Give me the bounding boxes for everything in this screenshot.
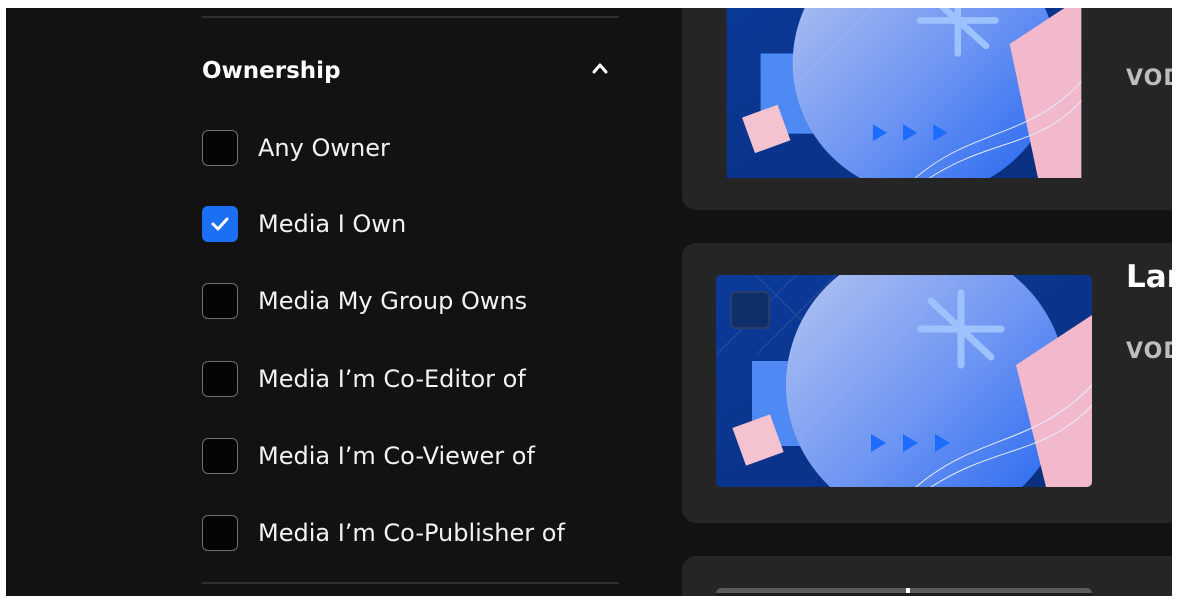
collapse-section-button[interactable] — [586, 54, 614, 82]
media-thumbnail[interactable] — [716, 588, 1092, 596]
scrubber-handle[interactable] — [906, 588, 910, 593]
media-card[interactable]: Lar VOD — [682, 243, 1172, 523]
media-type-label: VOD — [1126, 339, 1172, 364]
filter-option-co-publisher[interactable]: Media I’m Co-Publisher of — [202, 513, 565, 553]
filter-option-label: Media I Own — [258, 210, 407, 238]
media-card[interactable] — [682, 556, 1172, 596]
filter-option-label: Media I’m Co-Editor of — [258, 365, 526, 393]
checkbox[interactable] — [202, 206, 238, 242]
media-type-label: VOD — [1126, 66, 1172, 91]
checkbox[interactable] — [202, 361, 238, 397]
section-title-ownership: Ownership — [202, 58, 341, 84]
media-thumbnail[interactable] — [716, 8, 1092, 190]
checkbox[interactable] — [202, 438, 238, 474]
checkmark-icon — [211, 217, 229, 231]
media-title[interactable]: Lar — [1126, 259, 1172, 295]
video-placeholder-image — [716, 275, 1092, 487]
media-card[interactable]: VOD — [682, 8, 1172, 210]
checkbox[interactable] — [202, 515, 238, 551]
filter-option-media-i-own[interactable]: Media I Own — [202, 204, 406, 244]
filter-option-media-my-group-owns[interactable]: Media My Group Owns — [202, 281, 527, 321]
chevron-up-icon — [592, 63, 608, 74]
checkbox[interactable] — [202, 283, 238, 319]
video-placeholder-image — [726, 8, 1082, 178]
media-thumbnail[interactable] — [716, 275, 1092, 487]
filter-option-label: Media My Group Owns — [258, 287, 528, 315]
filter-option-label: Media I’m Co-Viewer of — [258, 442, 535, 470]
video-scrubber-bar — [716, 588, 1092, 593]
filter-option-label: Any Owner — [258, 134, 390, 162]
filter-option-co-viewer[interactable]: Media I’m Co-Viewer of — [202, 436, 535, 476]
divider — [202, 16, 619, 18]
divider — [202, 582, 619, 584]
checkbox[interactable] — [202, 130, 238, 166]
filter-option-any-owner[interactable]: Any Owner — [202, 128, 390, 168]
screenshot-frame: Ownership Any Owner Media I Own Media My… — [6, 8, 1172, 596]
filter-option-co-editor[interactable]: Media I’m Co-Editor of — [202, 359, 526, 399]
filter-panel: Ownership Any Owner Media I Own Media My… — [6, 8, 686, 596]
select-media-checkbox[interactable] — [730, 291, 770, 329]
filter-option-label: Media I’m Co-Publisher of — [258, 519, 565, 547]
